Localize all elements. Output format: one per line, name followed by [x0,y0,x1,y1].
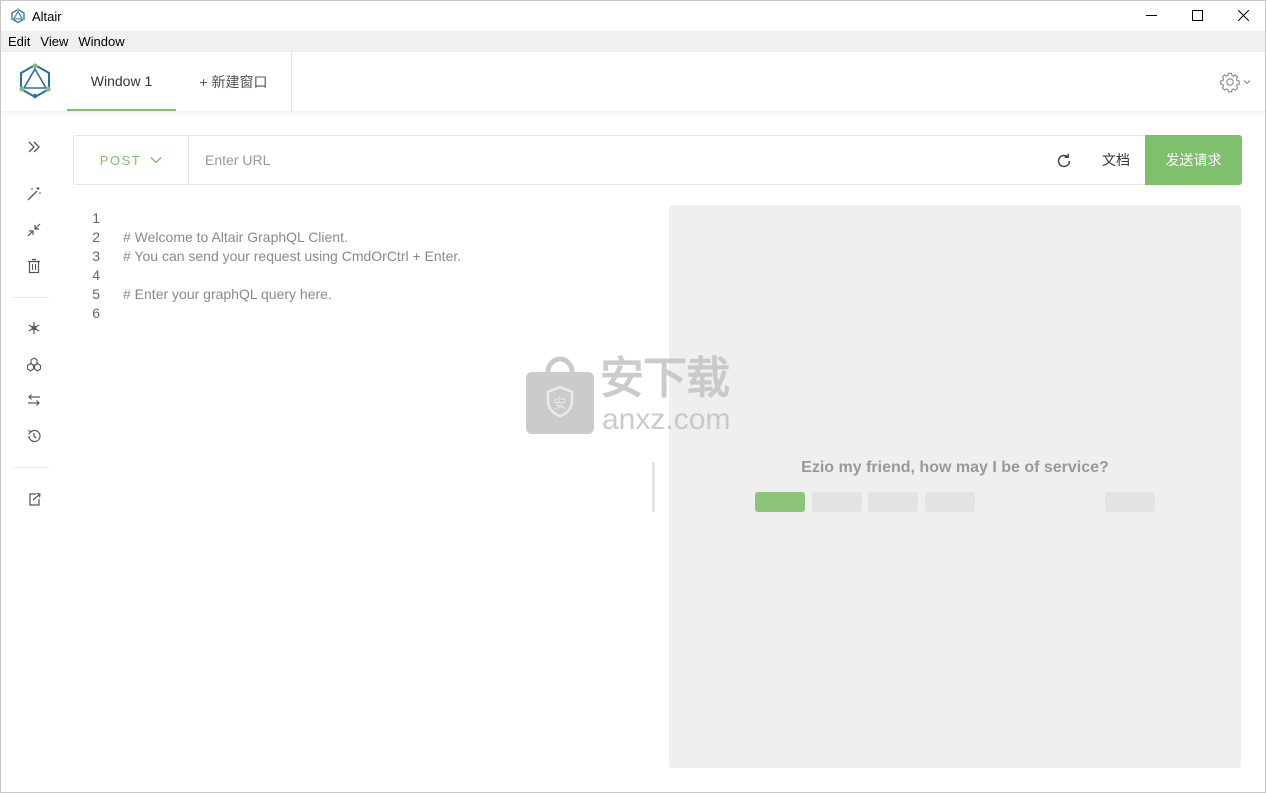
switch-button[interactable] [25,391,43,409]
line-number: 5 [92,286,100,302]
shopping-bag-icon: 安 [526,356,594,434]
query-editor[interactable]: 1 2 # Welcome to Altair GraphQL Client. … [73,207,653,767]
window-title: Altair [32,8,62,24]
chevron-down-icon [1243,80,1251,85]
subscriptions-button[interactable] [25,355,43,373]
history-icon [28,429,41,443]
line-number: 6 [92,305,100,321]
sidebar-divider [13,297,49,298]
os-title-bar: Altair [0,0,1266,31]
menu-window[interactable]: Window [73,34,129,49]
request-url-bar: POST 文档 发送请求 [73,135,1242,185]
line-number: 4 [92,267,100,283]
altair-logo-icon [19,63,51,99]
compress-icon [27,223,41,237]
reload-docs-icon[interactable] [1054,151,1074,171]
editor-line: 6 [73,304,653,323]
loading-placeholder [1105,492,1155,512]
send-request-button[interactable]: 发送请求 [1145,135,1242,185]
clear-query-button[interactable] [25,257,43,275]
sidebar-divider [13,467,49,468]
watermark: 安 安下载 anxz.com [524,354,744,438]
trash-icon [28,258,40,274]
result-pane: Ezio my friend, how may I be of service? [669,205,1241,768]
tab-window-1[interactable]: Window 1 [67,52,176,111]
line-number: 3 [92,248,100,264]
menu-bar: Edit View Window [0,31,1266,52]
settings-button[interactable] [1219,70,1255,94]
menu-view[interactable]: View [35,34,73,49]
compress-query-button[interactable] [25,221,43,239]
prettify-button[interactable] [25,185,43,203]
variables-icon [28,322,40,334]
altair-app-icon [10,8,26,24]
line-text: # Welcome to Altair GraphQL Client. [123,229,348,245]
maximize-icon [1191,10,1203,21]
pane-resize-handle[interactable] [652,462,655,512]
http-method-label: POST [99,152,142,168]
loading-placeholder [868,492,918,512]
editor-line: 4 [73,266,653,285]
close-icon [1237,10,1249,21]
expand-sidebar-button[interactable] [25,138,43,156]
loading-placeholder [755,492,805,512]
loading-placeholder [925,492,975,512]
line-number: 1 [92,210,100,226]
line-text: # You can send your request using CmdOrC… [123,248,462,264]
app-header: Window 1 + 新建窗口 [0,52,1266,111]
svg-text:安: 安 [553,397,566,412]
docs-button[interactable]: 文档 [1088,136,1144,184]
variables-button[interactable] [25,319,43,337]
watermark-domain: anxz.com [602,403,731,436]
editor-line: 2 # Welcome to Altair GraphQL Client. [73,228,653,247]
loading-placeholder [812,492,862,512]
editor-line: 3 # You can send your request using CmdO… [73,247,653,266]
new-window-button[interactable]: + 新建窗口 [176,52,292,111]
chevron-down-icon [150,156,162,164]
menu-edit[interactable]: Edit [3,34,35,49]
subscriptions-icon [26,357,42,372]
result-greeting: Ezio my friend, how may I be of service? [801,459,1109,476]
line-number: 2 [92,229,100,245]
maximize-button[interactable] [1174,0,1220,31]
close-button[interactable] [1220,0,1266,31]
url-input[interactable] [190,136,1050,184]
editor-line: 5 # Enter your graphQL query here. [73,285,653,304]
http-method-select[interactable]: POST [74,136,189,184]
left-sidebar [0,111,66,793]
watermark-chinese: 安下载 [600,354,730,403]
minimize-button[interactable] [1128,0,1174,31]
history-button[interactable] [25,427,43,445]
switch-icon [28,394,40,406]
export-icon [29,492,41,506]
export-button[interactable] [25,490,43,508]
gear-icon [1220,72,1240,93]
editor-line: 1 [73,209,653,228]
prettify-wand-icon [27,187,41,201]
line-text: # Enter your graphQL query here. [123,286,332,302]
minimize-icon [1145,15,1157,16]
expand-icon [28,141,40,153]
